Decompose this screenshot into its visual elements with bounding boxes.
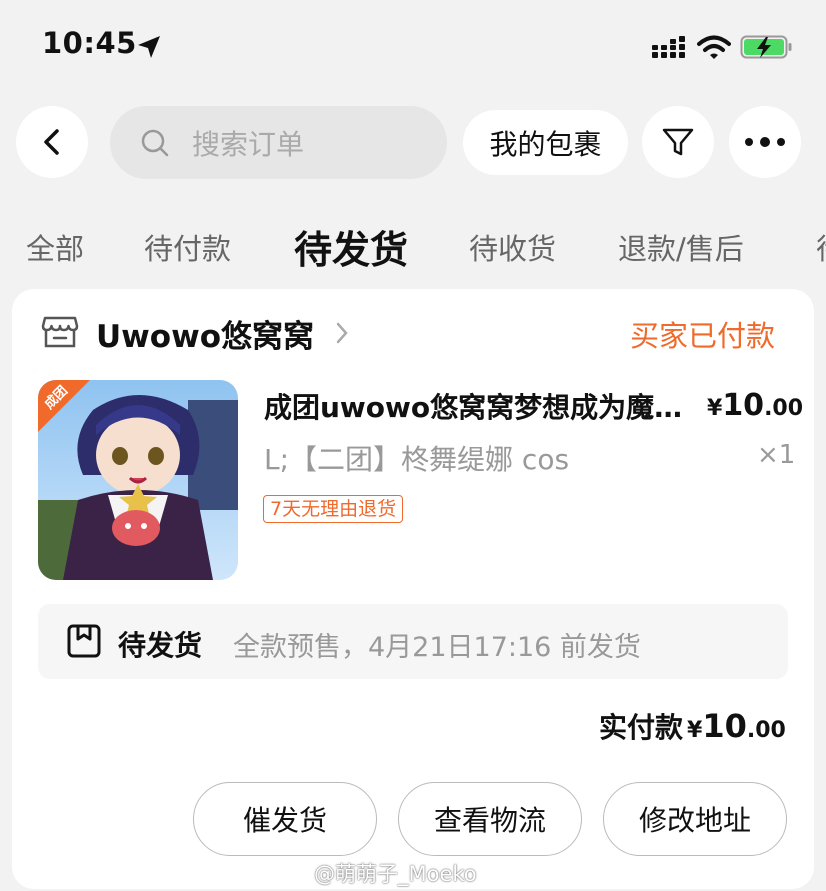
product-quantity: ×1 bbox=[757, 440, 796, 470]
paid-amount-decimal: .00 bbox=[746, 718, 786, 743]
paid-label: 实付款 bbox=[599, 711, 684, 744]
chevron-left-icon bbox=[44, 129, 59, 155]
tab-pending-shipment[interactable]: 待发货 bbox=[294, 219, 408, 274]
tab-overflow[interactable]: 待 bbox=[816, 226, 826, 268]
cellular-signal-icon bbox=[652, 36, 685, 58]
product-sku: L;【二团】柊舞缇娜 cos bbox=[264, 443, 570, 476]
return-policy-badge: 7天无理由退货 bbox=[263, 495, 404, 523]
chevron-right-icon bbox=[336, 322, 348, 344]
tab-pending-receipt[interactable]: 待收货 bbox=[469, 226, 556, 268]
remind-shipment-button[interactable]: 催发货 bbox=[193, 782, 377, 856]
more-options-button[interactable] bbox=[729, 106, 801, 178]
tab-all[interactable]: 全部 bbox=[26, 226, 84, 268]
filter-icon bbox=[662, 128, 694, 156]
paid-total: 实付款 ¥10.00 bbox=[599, 706, 786, 746]
product-price-symbol: ¥ bbox=[707, 396, 723, 421]
back-button[interactable] bbox=[16, 106, 88, 178]
paid-currency-symbol: ¥ bbox=[687, 718, 703, 743]
search-icon bbox=[141, 129, 169, 156]
status-time: 10:45 bbox=[42, 26, 137, 60]
battery-charging-icon bbox=[740, 35, 792, 59]
view-logistics-button[interactable]: 查看物流 bbox=[398, 782, 582, 856]
wifi-icon bbox=[697, 35, 731, 59]
tab-pending-payment[interactable]: 待付款 bbox=[144, 226, 231, 268]
shipping-status: 待发货 bbox=[118, 629, 203, 662]
shop-name[interactable]: Uwowo悠窝窝 bbox=[96, 311, 314, 356]
product-price: ¥10.00 bbox=[707, 388, 803, 423]
product-illustration bbox=[38, 380, 238, 580]
order-status: 买家已付款 bbox=[630, 319, 776, 353]
watermark: @萌萌子_Moeko bbox=[314, 862, 477, 886]
product-price-integer: 10 bbox=[722, 388, 765, 423]
tab-refund-aftersale[interactable]: 退款/售后 bbox=[618, 226, 744, 268]
filter-button[interactable] bbox=[642, 106, 714, 178]
shop-icon bbox=[41, 316, 79, 348]
product-title[interactable]: 成团uwowo悠窝窝梦想成为魔法少女 cos bbox=[264, 386, 692, 426]
shipping-note: 全款预售，4月21日17:16 前发货 bbox=[233, 632, 641, 663]
my-packages-button[interactable]: 我的包裹 bbox=[463, 110, 628, 175]
location-arrow-icon bbox=[138, 36, 160, 58]
product-image[interactable]: 成团 bbox=[38, 380, 238, 580]
product-price-decimal: .00 bbox=[764, 396, 804, 421]
search-placeholder: 搜索订单 bbox=[192, 127, 305, 161]
modify-address-button[interactable]: 修改地址 bbox=[603, 782, 787, 856]
paid-amount-integer: 10 bbox=[702, 707, 747, 745]
search-input[interactable]: 搜索订单 bbox=[110, 106, 447, 179]
more-dots-icon bbox=[745, 137, 785, 147]
package-box-icon bbox=[67, 624, 101, 658]
